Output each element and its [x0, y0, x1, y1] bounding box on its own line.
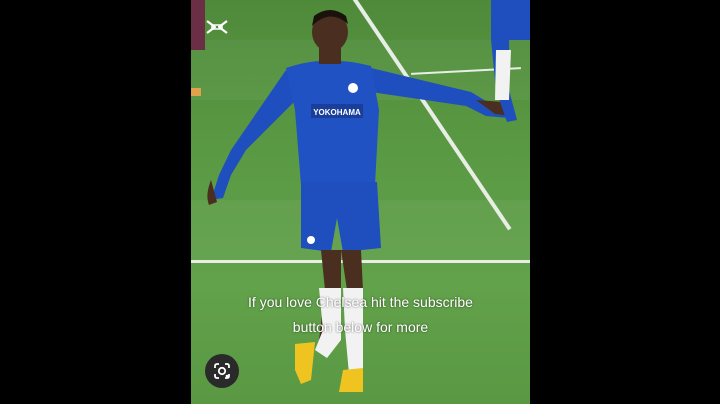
caption-line-1: If you love Chelsea hit the subscribe	[248, 294, 473, 310]
player-figure: YOKOHAMA	[191, 0, 530, 392]
caption-line-2: button below for more	[292, 319, 429, 335]
google-lens-button[interactable]	[205, 354, 239, 388]
video-frame[interactable]: YOKOHAMA If you love Chelsea hit the sub…	[191, 0, 530, 404]
google-lens-icon	[214, 363, 230, 379]
svg-text:YOKOHAMA: YOKOHAMA	[313, 108, 361, 117]
capcut-logo-icon	[205, 18, 229, 36]
